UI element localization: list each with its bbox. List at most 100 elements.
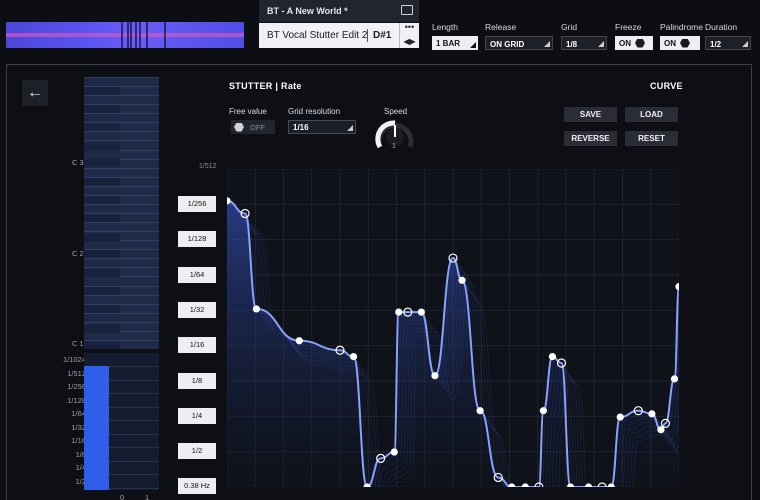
curve-node[interactable] [657,426,665,434]
curve-node[interactable] [227,197,231,205]
release-select[interactable]: ON GRID [485,36,553,50]
piano-black-key [84,341,120,349]
hex-icon [234,122,244,132]
piano-black-key [84,196,120,204]
piano-key-line [84,77,159,78]
mini-rate-label: 1/8 [75,449,86,459]
piano-black-key [84,105,120,113]
curve-node[interactable] [539,407,547,415]
preset-bank-name: BT - A New World * [267,6,348,16]
load-button[interactable]: LOAD [625,107,678,122]
rate-tag: 1/64 [178,266,216,283]
mini-rate-list: 1/1024 1/512 1/256 1/128 1/64 1/32 1/16 1/8 1/4 1… [55,353,86,488]
length-label: Length [432,22,458,32]
piano-key-line [84,140,159,142]
rate-tag: 0.38 Hz [178,478,216,495]
waveform-overview[interactable] [6,22,244,48]
panel-title: STUTTER | Rate [229,81,302,91]
rate-tag: 1/16 [178,337,216,354]
piano-black-key [84,143,120,151]
hex-icon [635,38,645,48]
free-value-toggle[interactable]: OFF [231,120,275,134]
curve-node[interactable] [458,276,466,284]
piano-key-line [84,321,159,323]
mini-rate-label: 1/1024 [63,355,86,364]
mini-rate-label: 1/256 [67,382,86,391]
rate-tag: 1/32 [178,301,216,318]
piano-key-line [84,231,159,233]
curve-node[interactable] [349,353,358,361]
curve-node[interactable] [417,308,425,316]
rate-tag: 1/128 [178,231,216,248]
piano-key-line [84,113,159,115]
curve-node[interactable] [252,305,260,313]
duration-label: Duration [705,22,738,32]
curve-node[interactable] [548,353,557,361]
grid-label: Grid [561,22,578,32]
back-button[interactable]: ← [22,80,48,106]
speed-label: Speed [384,107,408,116]
save-button[interactable]: SAVE [564,107,617,122]
release-param: Release ON GRID [485,22,553,50]
rate-tag: 1/256 [178,196,216,212]
curve-node[interactable] [675,283,679,291]
preset-nav-arrows[interactable]: ◀▶ [399,35,419,48]
piano-black-key [84,123,120,131]
curve-node[interactable] [295,337,303,345]
palindrome-param: Palindrome ON [660,22,703,50]
reverse-button[interactable]: REVERSE [564,131,617,146]
curve-node[interactable] [521,483,529,487]
piano-key-line [84,222,159,224]
curve-node[interactable] [616,413,624,421]
rate-tag: 1/4 [178,407,216,424]
palindrome-toggle[interactable]: ON [660,36,700,50]
mini-rate-label: 1/4 [75,463,86,472]
curve-node[interactable] [648,410,656,418]
curve-node[interactable] [508,483,516,487]
mini-rate-label: 1/512 [67,368,86,378]
length-select[interactable]: 1 BAR [432,36,478,50]
piano-black-key [84,214,120,222]
rate-label-top: 1/512 [199,163,217,170]
piano-key-line [84,203,159,205]
mini-rate-view[interactable] [84,353,159,490]
folder-icon[interactable] [401,5,413,15]
piano-label-c2: C 2 [72,249,84,258]
curve-node[interactable] [395,308,403,316]
rate-tag: 1/8 [178,372,216,389]
freeze-toggle[interactable]: ON [615,36,653,50]
curve-node[interactable] [585,483,593,487]
mini-rate-fill [84,366,109,490]
curve-node[interactable] [607,483,615,487]
mini-rate-label: 1/32 [71,422,86,432]
curve-node[interactable] [363,483,371,487]
palindrome-label: Palindrome [660,22,703,32]
preset-bank[interactable]: BT - A New World * [259,0,419,22]
piano-roll[interactable] [84,77,159,349]
preset-selector[interactable]: BT Vocal Stutter Edit 2 D#1 ••• ◀▶ [259,23,419,48]
curve-node[interactable] [476,407,484,415]
grid-resolution-select[interactable]: 1/16 [288,120,356,134]
mini-rate-label: 1/2 [75,476,86,486]
piano-black-key [84,87,120,95]
more-options-icon[interactable]: ••• [399,23,419,35]
piano-label-c1: C 1 [72,339,84,348]
piano-black-key [84,250,120,258]
piano-black-key [84,325,120,333]
next-preset-icon[interactable]: ▶ [410,37,416,46]
piano-key-line [84,258,159,260]
piano-black-key [84,178,120,186]
curve-node[interactable] [390,448,398,456]
piano-label-c3: C 3 [72,158,84,167]
grid-select[interactable]: 1/8 [561,36,607,50]
curve-node[interactable] [670,375,679,383]
piano-key-line [84,131,159,133]
curve-node[interactable] [431,372,439,380]
curve-node[interactable] [566,483,575,487]
mini-axis-0: 0 [120,493,125,500]
reset-button[interactable]: RESET [625,131,678,146]
rate-curve-editor[interactable] [227,169,679,487]
piano-black-key [84,234,120,242]
duration-select[interactable]: 1/2 [705,36,751,50]
preset-name: BT Vocal Stutter Edit 2 [267,30,368,41]
